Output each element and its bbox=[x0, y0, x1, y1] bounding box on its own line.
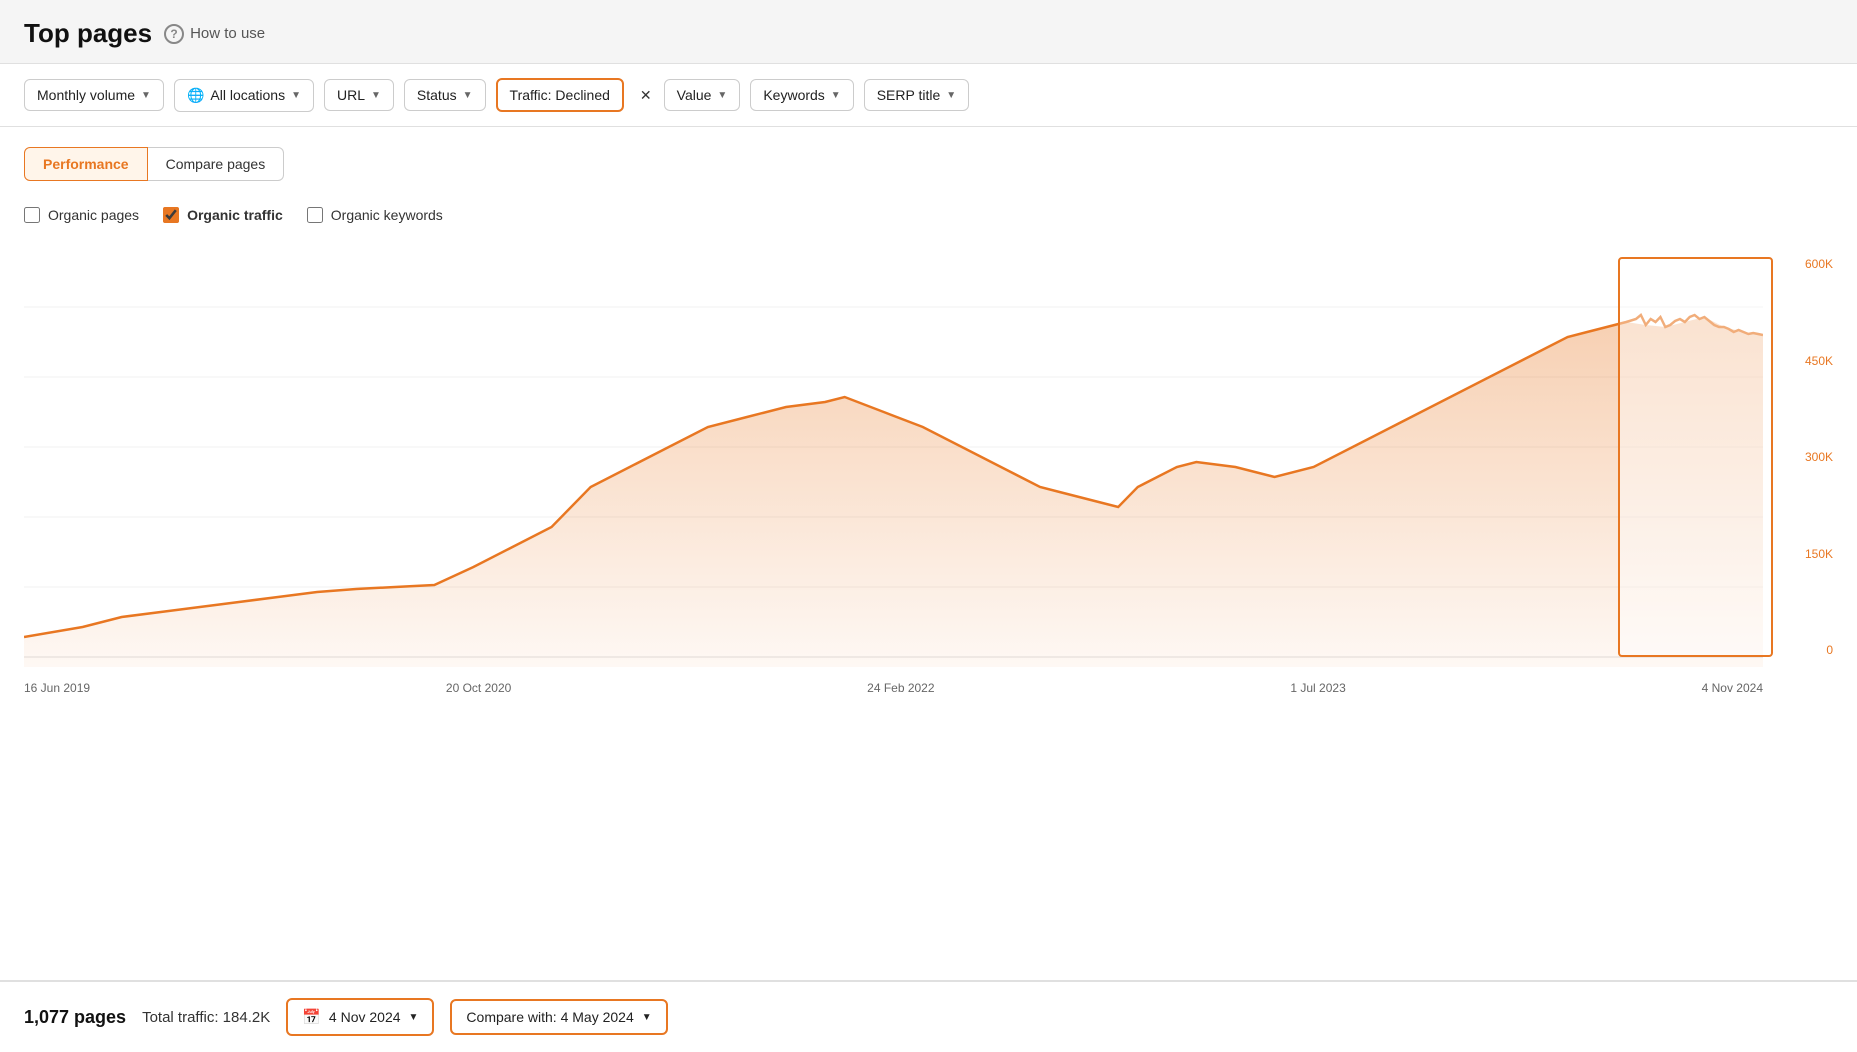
value-label: Value bbox=[677, 87, 712, 103]
compare-with-button[interactable]: Compare with: 4 May 2024 ▼ bbox=[450, 999, 667, 1035]
y-label-600k: 600K bbox=[1773, 257, 1833, 271]
bottom-bar: 1,077 pages Total traffic: 184.2K 📅 4 No… bbox=[0, 980, 1857, 1052]
organic-keywords-label: Organic keywords bbox=[331, 207, 443, 223]
date-picker-button[interactable]: 📅 4 Nov 2024 ▼ bbox=[286, 998, 434, 1036]
chevron-down-icon-2: ▼ bbox=[291, 90, 301, 101]
organic-traffic-label: Organic traffic bbox=[187, 207, 283, 223]
x-label-feb2022: 24 Feb 2022 bbox=[867, 681, 934, 695]
checkboxes-row: Organic pages Organic traffic Organic ke… bbox=[24, 199, 1833, 231]
chevron-down-icon-4: ▼ bbox=[463, 90, 473, 101]
status-label: Status bbox=[417, 87, 457, 103]
page-title: Top pages bbox=[24, 18, 152, 49]
organic-keywords-input[interactable] bbox=[307, 207, 323, 223]
how-to-use-label: How to use bbox=[190, 25, 265, 42]
globe-icon: 🌐 bbox=[187, 87, 204, 104]
organic-traffic-input[interactable] bbox=[163, 207, 179, 223]
value-filter[interactable]: Value ▼ bbox=[664, 79, 741, 111]
filters-bar: Monthly volume ▼ 🌐 All locations ▼ URL ▼… bbox=[0, 64, 1857, 127]
total-traffic: Total traffic: 184.2K bbox=[142, 1009, 270, 1026]
url-filter[interactable]: URL ▼ bbox=[324, 79, 394, 111]
traffic-declined-label: Traffic: Declined bbox=[510, 87, 610, 103]
all-locations-filter[interactable]: 🌐 All locations ▼ bbox=[174, 79, 314, 112]
y-label-450k: 450K bbox=[1773, 354, 1833, 368]
url-label: URL bbox=[337, 87, 365, 103]
x-label-nov2024: 4 Nov 2024 bbox=[1702, 681, 1763, 695]
chevron-down-icon: ▼ bbox=[141, 90, 151, 101]
y-axis-labels: 600K 450K 300K 150K 0 bbox=[1773, 247, 1833, 667]
monthly-volume-filter[interactable]: Monthly volume ▼ bbox=[24, 79, 164, 111]
chevron-down-icon-6: ▼ bbox=[831, 90, 841, 101]
calendar-icon: 📅 bbox=[302, 1008, 321, 1026]
y-label-150k: 150K bbox=[1773, 547, 1833, 561]
how-to-use-button[interactable]: ? How to use bbox=[164, 24, 265, 44]
x-label-jun2019: 16 Jun 2019 bbox=[24, 681, 90, 695]
page-header: Top pages ? How to use bbox=[0, 0, 1857, 64]
date-label: 4 Nov 2024 bbox=[329, 1009, 401, 1025]
organic-pages-label: Organic pages bbox=[48, 207, 139, 223]
monthly-volume-label: Monthly volume bbox=[37, 87, 135, 103]
chevron-down-icon-7: ▼ bbox=[946, 90, 956, 101]
chart-container: 600K 450K 300K 150K 0 16 Jun 2019 20 Oct… bbox=[24, 247, 1833, 667]
help-icon: ? bbox=[164, 24, 184, 44]
remove-traffic-filter-button[interactable]: ✕ bbox=[638, 87, 654, 104]
organic-keywords-checkbox[interactable]: Organic keywords bbox=[307, 207, 443, 223]
all-locations-label: All locations bbox=[210, 87, 285, 103]
main-content: Performance Compare pages Organic pages … bbox=[0, 127, 1857, 980]
x-label-jul2023: 1 Jul 2023 bbox=[1290, 681, 1345, 695]
serp-title-label: SERP title bbox=[877, 87, 941, 103]
organic-traffic-checkbox[interactable]: Organic traffic bbox=[163, 207, 283, 223]
chevron-down-icon-3: ▼ bbox=[371, 90, 381, 101]
keywords-label: Keywords bbox=[763, 87, 824, 103]
chevron-down-icon-5: ▼ bbox=[717, 90, 727, 101]
tab-compare-pages[interactable]: Compare pages bbox=[148, 147, 285, 181]
y-label-300k: 300K bbox=[1773, 450, 1833, 464]
traffic-chart bbox=[24, 247, 1763, 667]
traffic-declined-filter[interactable]: Traffic: Declined bbox=[496, 78, 624, 112]
y-label-0: 0 bbox=[1773, 643, 1833, 657]
x-axis-labels: 16 Jun 2019 20 Oct 2020 24 Feb 2022 1 Ju… bbox=[24, 681, 1763, 695]
status-filter[interactable]: Status ▼ bbox=[404, 79, 486, 111]
organic-pages-checkbox[interactable]: Organic pages bbox=[24, 207, 139, 223]
x-label-oct2020: 20 Oct 2020 bbox=[446, 681, 511, 695]
chevron-down-icon-compare: ▼ bbox=[642, 1012, 652, 1023]
chevron-down-icon-date: ▼ bbox=[409, 1012, 419, 1023]
pages-count: 1,077 pages bbox=[24, 1007, 126, 1028]
keywords-filter[interactable]: Keywords ▼ bbox=[750, 79, 853, 111]
compare-with-label: Compare with: 4 May 2024 bbox=[466, 1009, 633, 1025]
tab-performance[interactable]: Performance bbox=[24, 147, 148, 181]
tab-row: Performance Compare pages bbox=[24, 147, 1833, 181]
serp-title-filter[interactable]: SERP title ▼ bbox=[864, 79, 969, 111]
organic-pages-input[interactable] bbox=[24, 207, 40, 223]
